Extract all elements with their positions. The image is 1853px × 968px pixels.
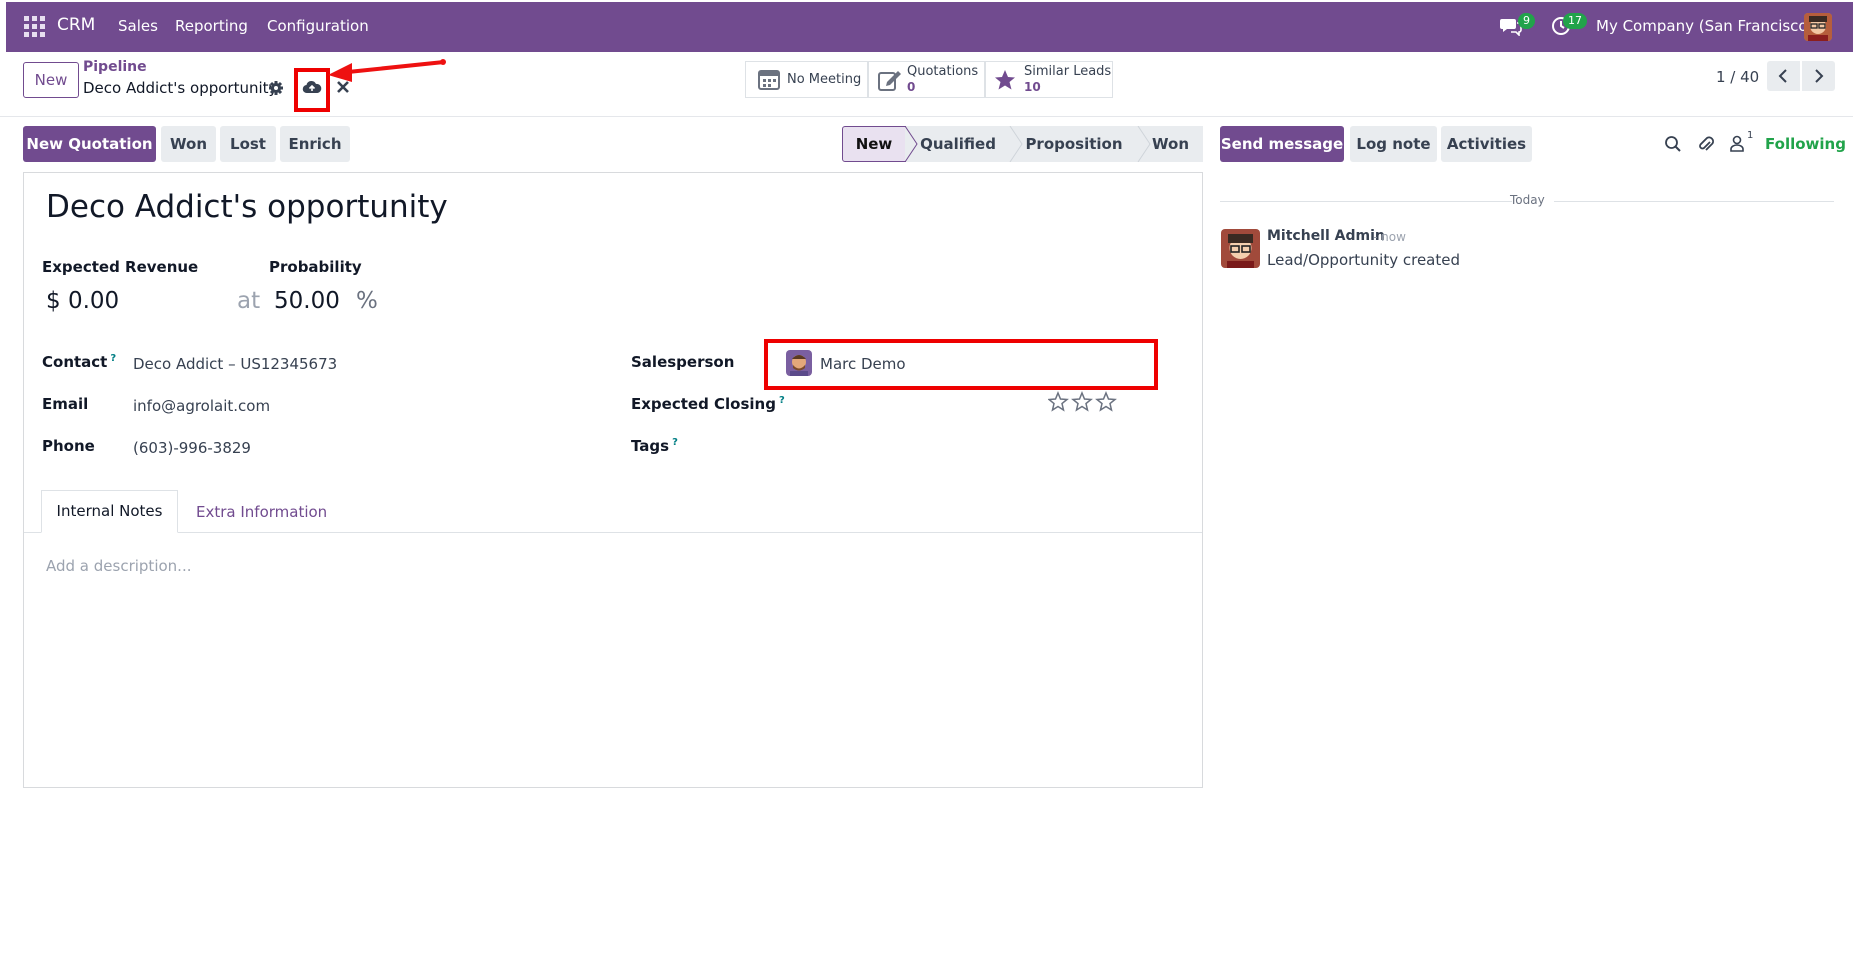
email-label: Email (42, 395, 89, 413)
email-field[interactable]: info@agrolait.com (133, 397, 270, 415)
star-icon (994, 69, 1016, 95)
activities-button[interactable]: Activities (1441, 126, 1532, 162)
contact-field[interactable]: Deco Addict – US12345673 (133, 355, 337, 373)
expected-closing-label-text: Expected Closing (631, 395, 776, 413)
help-icon[interactable]: ? (672, 437, 678, 448)
probability-label: Probability (269, 258, 362, 276)
expected-closing-label: Expected Closing? (631, 395, 785, 413)
gear-icon[interactable] (268, 80, 284, 100)
phone-field[interactable]: (603)-996-3829 (133, 439, 251, 457)
expected-revenue-input[interactable]: $ 0.00 (46, 288, 119, 314)
form-sheet: Deco Addict's opportunity Expected Reven… (23, 172, 1203, 788)
tab-extra-information[interactable]: Extra Information (196, 503, 327, 521)
stat-meetings-button[interactable]: No Meeting (745, 61, 868, 98)
help-icon[interactable]: ? (779, 395, 785, 406)
chevron-right-icon (1815, 69, 1824, 83)
expected-revenue-label: Expected Revenue (42, 258, 199, 276)
probability-input[interactable]: 50.00 (274, 288, 340, 314)
date-separator: Today (1510, 193, 1545, 207)
message-author[interactable]: Mitchell Admin (1267, 228, 1385, 244)
search-icon[interactable] (1664, 135, 1682, 157)
activities-count-badge: 17 (1563, 13, 1587, 29)
tabs-divider (24, 532, 1202, 533)
opportunity-title[interactable]: Deco Addict's opportunity (46, 189, 448, 225)
save-cloud-icon[interactable] (302, 80, 322, 98)
app-name[interactable]: CRM (57, 15, 95, 35)
mark-lost-button[interactable]: Lost (220, 126, 276, 162)
tags-label: Tags? (631, 437, 678, 455)
calendar-icon (758, 68, 780, 94)
tags-label-text: Tags (631, 437, 670, 455)
contact-label: Contact? (42, 353, 116, 371)
stat-similar-leads-count: 10 (1024, 80, 1041, 94)
percent-sign: % (356, 288, 378, 314)
control-panel-divider (0, 116, 1853, 117)
menu-reporting[interactable]: Reporting (175, 17, 248, 35)
chevron-left-icon (1778, 69, 1787, 83)
breadcrumb-record-name: Deco Addict's opportunity (83, 79, 278, 97)
stat-similar-leads-button[interactable]: Similar Leads 10 (985, 61, 1113, 98)
paperclip-icon[interactable] (1697, 134, 1715, 158)
pager-next-button[interactable] (1802, 61, 1835, 91)
salesperson-avatar (786, 350, 812, 376)
pager-value[interactable]: 1 / 40 (1716, 68, 1759, 86)
send-message-button[interactable]: Send message (1220, 126, 1344, 162)
message-time: - now (1373, 230, 1406, 244)
author-avatar[interactable] (1221, 229, 1260, 268)
stat-quotations-button[interactable]: Quotations 0 (868, 61, 985, 98)
annotation-arrow-icon (328, 59, 446, 82)
stat-quotations-count: 0 (907, 80, 916, 94)
top-navbar: CRM Sales Reporting Configuration 9 17 M… (6, 2, 1853, 52)
stat-quotations-label: Quotations (907, 64, 979, 79)
phone-label: Phone (42, 437, 95, 455)
message-body: Lead/Opportunity created (1267, 251, 1461, 269)
new-record-button[interactable]: New (23, 62, 79, 98)
tab-internal-notes[interactable]: Internal Notes (41, 490, 178, 533)
followers-count: 1 (1747, 130, 1754, 141)
breadcrumb-pipeline[interactable]: Pipeline (83, 59, 147, 75)
enrich-button[interactable]: Enrich (280, 126, 350, 162)
menu-sales[interactable]: Sales (118, 17, 158, 35)
stat-similar-leads-label: Similar Leads (1024, 64, 1112, 79)
log-note-button[interactable]: Log note (1350, 126, 1437, 162)
following-button[interactable]: Following (1765, 135, 1846, 153)
user-avatar[interactable] (1804, 13, 1832, 41)
salesperson-label: Salesperson (631, 353, 735, 371)
stage-separators (904, 126, 1151, 162)
pager-previous-button[interactable] (1767, 61, 1800, 91)
date-separator-line-left (1220, 201, 1512, 202)
company-switcher[interactable]: My Company (San Francisco) (1596, 17, 1813, 35)
at-label: at (237, 288, 261, 314)
salesperson-field[interactable]: Marc Demo (820, 355, 906, 373)
mark-won-button[interactable]: Won (161, 126, 216, 162)
messages-count-badge: 9 (1518, 13, 1535, 29)
description-editor[interactable]: Add a description... (46, 557, 191, 575)
apps-menu-icon[interactable] (24, 16, 46, 38)
new-quotation-button[interactable]: New Quotation (23, 126, 156, 162)
contact-label-text: Contact (42, 353, 108, 371)
stage-new[interactable]: New (842, 126, 906, 162)
edit-document-icon (878, 69, 902, 95)
help-icon[interactable]: ? (110, 353, 116, 364)
priority-stars[interactable] (1047, 391, 1118, 417)
followers-icon[interactable] (1729, 134, 1745, 156)
menu-configuration[interactable]: Configuration (267, 17, 369, 35)
stat-meetings-label: No Meeting (787, 72, 862, 87)
date-separator-line-right (1554, 201, 1834, 202)
